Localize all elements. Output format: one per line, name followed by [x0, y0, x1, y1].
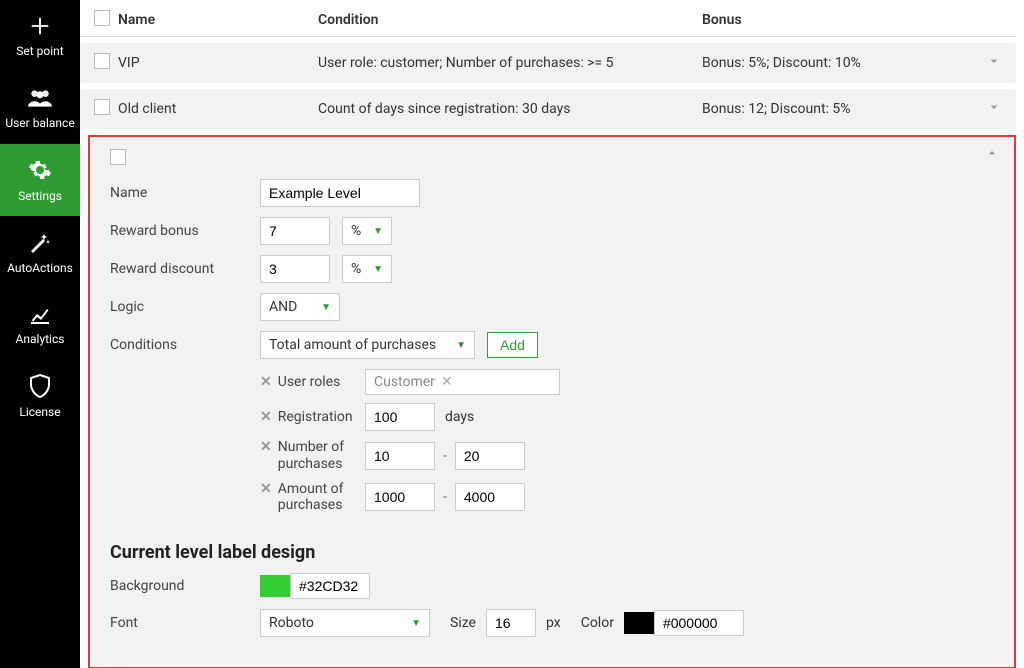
condition-registration-label: Registration [278, 409, 353, 425]
main-content: Name Condition Bonus VIP User role: cust… [80, 0, 1024, 668]
user-roles-tag-input[interactable]: Customer ✕ [365, 369, 560, 395]
row-bonus: Bonus: 5%; Discount: 10% [702, 55, 962, 71]
reward-discount-label: Reward discount [110, 261, 260, 277]
sidebar-item-label: AutoActions [7, 261, 73, 275]
sidebar-item-settings[interactable]: Settings [0, 144, 80, 216]
remove-condition-icon[interactable]: ✕ [260, 439, 272, 455]
wand-icon [28, 230, 52, 257]
conditions-label: Conditions [110, 337, 260, 353]
header-condition: Condition [318, 12, 702, 28]
background-label: Background [110, 578, 260, 594]
background-color-swatch[interactable] [260, 575, 290, 597]
shield-icon [29, 374, 51, 401]
sidebar-item-label: Analytics [16, 332, 65, 346]
logic-select[interactable]: AND▼ [260, 293, 340, 321]
chevron-down-icon[interactable] [986, 57, 1002, 73]
font-size-input[interactable] [486, 609, 536, 637]
sidebar-item-user-balance[interactable]: User balance [0, 72, 80, 144]
reward-bonus-label: Reward bonus [110, 223, 260, 239]
chevron-up-icon[interactable] [984, 145, 1000, 165]
header-bonus: Bonus [702, 12, 962, 28]
sidebar-item-label: Set point [16, 44, 63, 58]
sidebar-item-label: Settings [18, 189, 62, 203]
header-name: Name [118, 12, 318, 28]
sidebar: Set point User balance Settings AutoActi… [0, 0, 80, 668]
select-all-checkbox[interactable] [94, 10, 110, 26]
px-label: px [546, 615, 561, 631]
plus-icon [29, 15, 51, 40]
color-label: Color [581, 615, 614, 631]
amount-purchases-from-input[interactable] [365, 483, 435, 511]
gear-icon [28, 158, 52, 185]
sidebar-item-license[interactable]: License [0, 360, 80, 432]
sidebar-item-label: User balance [5, 116, 74, 130]
reward-bonus-input[interactable] [260, 217, 330, 245]
row-condition: User role: customer; Number of purchases… [318, 55, 702, 71]
remove-condition-icon[interactable]: ✕ [260, 409, 272, 425]
sidebar-item-autoactions[interactable]: AutoActions [0, 216, 80, 288]
table-row[interactable]: Old client Count of days since registrat… [80, 89, 1016, 129]
condition-amount-purchases-label: Amount of purchases [278, 481, 365, 515]
row-checkbox[interactable] [94, 99, 110, 115]
range-separator: - [443, 448, 447, 464]
panel-checkbox[interactable] [110, 149, 126, 165]
reward-discount-input[interactable] [260, 255, 330, 283]
font-color-swatch[interactable] [624, 612, 654, 634]
background-color-input[interactable] [290, 573, 370, 599]
design-section-title: Current level label design [110, 542, 994, 563]
bonus-unit-select[interactable]: %▼ [342, 217, 392, 245]
font-label: Font [110, 615, 260, 631]
remove-condition-icon[interactable]: ✕ [260, 481, 272, 497]
tag-customer: Customer [374, 374, 435, 390]
sidebar-item-label: License [19, 405, 60, 419]
num-purchases-to-input[interactable] [455, 442, 525, 470]
condition-userroles-label: User roles [278, 374, 341, 390]
sidebar-item-set-point[interactable]: Set point [0, 0, 80, 72]
chevron-down-icon[interactable] [986, 103, 1002, 119]
remove-tag-icon[interactable]: ✕ [441, 374, 453, 390]
add-condition-button[interactable]: Add [487, 332, 538, 358]
name-label: Name [110, 185, 260, 201]
table-row[interactable]: VIP User role: customer; Number of purch… [80, 43, 1016, 83]
name-input[interactable] [260, 179, 420, 207]
row-bonus: Bonus: 12; Discount: 5% [702, 101, 962, 117]
row-condition: Count of days since registration: 30 day… [318, 101, 702, 117]
expanded-edit-panel: Name Reward bonus %▼ Reward discount %▼ [88, 135, 1016, 668]
logic-label: Logic [110, 299, 260, 315]
table-header: Name Condition Bonus [80, 4, 1016, 37]
row-name: Old client [118, 101, 318, 117]
days-label: days [445, 409, 474, 425]
row-name: VIP [118, 55, 318, 71]
remove-condition-icon[interactable]: ✕ [260, 374, 272, 390]
size-label: Size [450, 615, 476, 631]
users-icon [27, 87, 53, 112]
discount-unit-select[interactable]: %▼ [342, 255, 392, 283]
condition-type-select[interactable]: Total amount of purchases▼ [260, 331, 475, 359]
font-color-input[interactable] [654, 610, 744, 636]
registration-days-input[interactable] [365, 403, 435, 431]
chart-icon [28, 303, 52, 328]
amount-purchases-to-input[interactable] [455, 483, 525, 511]
condition-num-purchases-label: Number of purchases [278, 439, 365, 473]
sidebar-item-analytics[interactable]: Analytics [0, 288, 80, 360]
num-purchases-from-input[interactable] [365, 442, 435, 470]
row-checkbox[interactable] [94, 53, 110, 69]
range-separator: - [443, 489, 447, 505]
font-select[interactable]: Roboto▼ [260, 609, 430, 637]
